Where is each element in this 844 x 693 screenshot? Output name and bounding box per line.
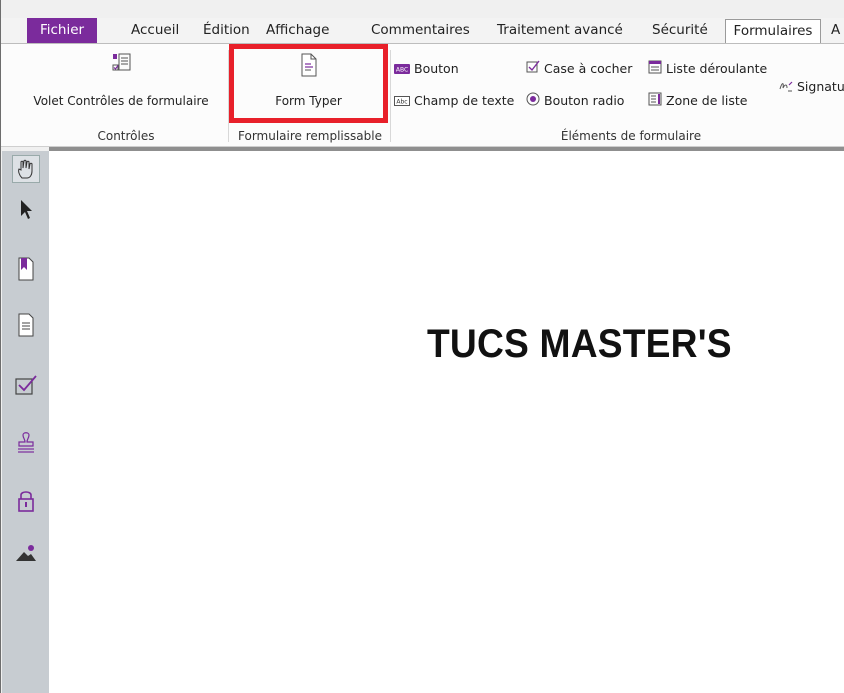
menu-traitement-avance[interactable]: Traitement avancé (497, 18, 623, 43)
document-title: TUCS MASTER'S (427, 322, 732, 366)
svg-text:ABC: ABC (396, 66, 408, 73)
checkbox-field-button[interactable]: Case à cocher (526, 60, 632, 78)
radio-button-icon (526, 92, 540, 111)
form-typer-highlight-box (229, 44, 388, 123)
page-icon[interactable] (12, 311, 40, 339)
text-field-icon: Abc (394, 93, 410, 111)
button-field-button[interactable]: ABC Bouton (394, 60, 459, 78)
dropdown-list-label: Liste déroulante (666, 61, 768, 76)
hand-tool-icon[interactable] (12, 155, 40, 183)
menu-accueil[interactable]: Accueil (131, 18, 179, 43)
signature-field-button[interactable]: Signatu (779, 78, 844, 96)
list-box-icon (648, 92, 662, 111)
bookmark-icon[interactable] (12, 255, 40, 283)
menu-file[interactable]: Fichier (27, 18, 97, 43)
text-field-button[interactable]: Abc Champ de texte (394, 92, 514, 110)
button-field-label: Bouton (414, 61, 459, 76)
dropdown-list-icon (648, 60, 662, 79)
group-label-controls: Contrôles (97, 129, 155, 143)
button-field-icon: ABC (394, 61, 410, 79)
form-controls-pane-button[interactable]: Volet Contrôles de formulaire (21, 52, 221, 108)
list-box-button[interactable]: Zone de liste (648, 92, 747, 110)
stamp-icon[interactable] (12, 429, 40, 457)
form-controls-icon (21, 52, 221, 80)
menu-edition[interactable]: Édition (203, 18, 250, 43)
checkbox-field-icon (526, 60, 540, 79)
checkbox-field-label: Case à cocher (544, 61, 633, 76)
menu-overflow[interactable]: A (831, 18, 840, 43)
group-label-elements: Éléments de formulaire (560, 129, 702, 143)
menu-commentaires[interactable]: Commentaires (371, 18, 470, 43)
image-icon[interactable] (12, 539, 40, 567)
menu-securite[interactable]: Sécurité (652, 18, 708, 43)
left-toolbar (2, 151, 49, 693)
svg-text:Abc: Abc (396, 98, 407, 105)
menu-formulaires[interactable]: Formulaires (725, 19, 821, 43)
text-field-label: Champ de texte (414, 93, 515, 108)
document-page[interactable] (49, 151, 844, 693)
list-box-label: Zone de liste (666, 93, 748, 108)
dropdown-list-button[interactable]: Liste déroulante (648, 60, 767, 78)
checkbox-icon[interactable] (12, 371, 40, 399)
app-window: Fichier Accueil Édition Affichage Commen… (0, 0, 844, 693)
form-controls-label: Volet Contrôles de formulaire (33, 94, 209, 108)
menu-bar: Fichier Accueil Édition Affichage Commen… (1, 18, 844, 43)
menu-affichage[interactable]: Affichage (266, 18, 329, 43)
radio-button-label: Bouton radio (544, 93, 625, 108)
lock-icon[interactable] (12, 487, 40, 515)
signature-field-label: Signatu (797, 79, 844, 94)
ribbon: Volet Contrôles de formulaire Contrôles … (1, 43, 844, 147)
ribbon-separator (390, 50, 391, 142)
radio-button-field-button[interactable]: Bouton radio (526, 92, 624, 110)
select-arrow-icon[interactable] (12, 195, 40, 223)
signature-icon (779, 79, 793, 97)
group-label-fillable: Formulaire remplissable (238, 129, 382, 143)
